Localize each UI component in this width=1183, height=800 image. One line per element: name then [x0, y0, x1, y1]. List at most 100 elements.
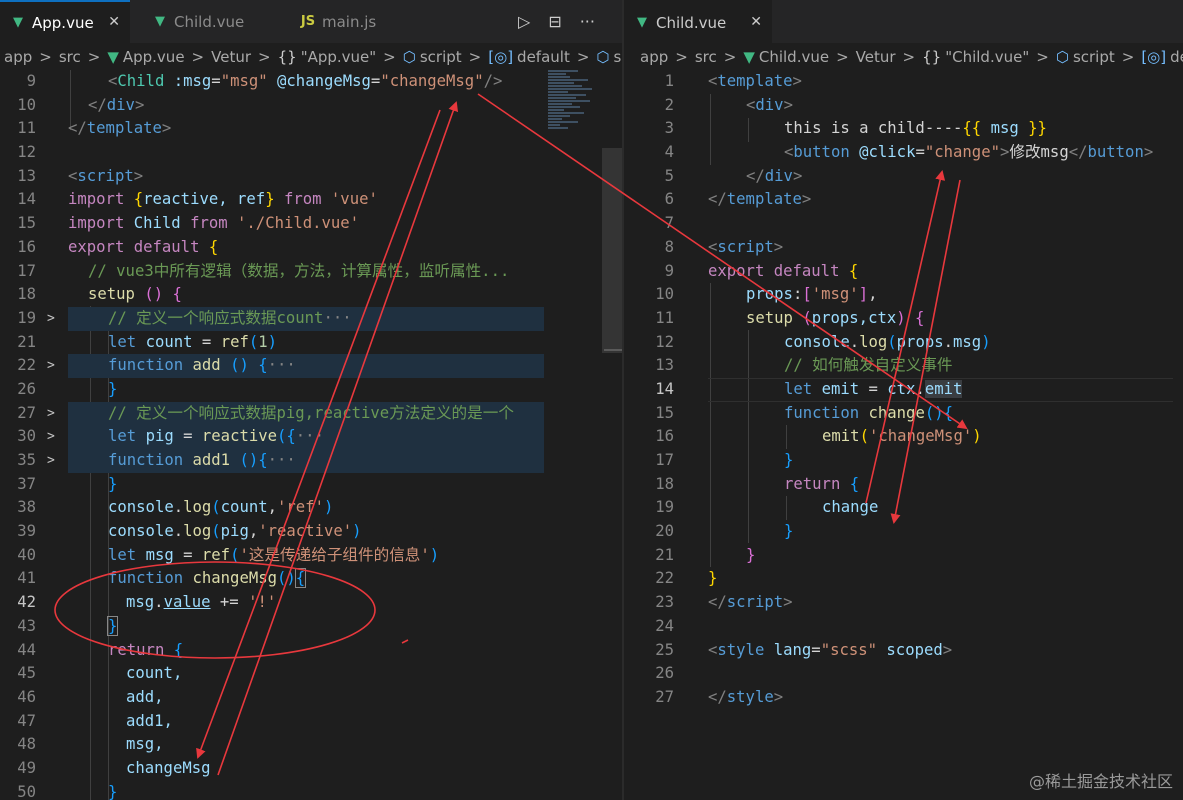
- code-token: .: [173, 522, 184, 541]
- code-token: reactive: [201, 427, 278, 446]
- cube-icon: ⬡: [402, 47, 416, 66]
- breadcrumb-item[interactable]: Vetur: [856, 48, 896, 66]
- code-token: return {: [784, 473, 859, 497]
- line-number: 3: [664, 119, 674, 138]
- breadcrumb-item[interactable]: App.vue: [123, 48, 185, 66]
- breadcrumb-item[interactable]: setup: [614, 48, 622, 66]
- breadcrumb-item[interactable]: "Child.vue": [945, 48, 1029, 66]
- code-line: 12: [0, 141, 622, 165]
- line-number: 24: [655, 616, 674, 635]
- code-token: msg.value += '!': [126, 591, 276, 615]
- more-actions-icon[interactable]: ···: [580, 12, 595, 31]
- code-token: 'vue': [330, 190, 378, 209]
- breadcrumb-item[interactable]: app: [640, 48, 668, 66]
- minimap-line: [548, 112, 584, 114]
- code-token: >: [134, 95, 145, 114]
- breadcrumb-item[interactable]: script: [420, 48, 462, 66]
- code-line: 14 import {reactive, ref} from 'vue': [0, 188, 622, 212]
- line-number: 4: [664, 143, 674, 162]
- code-token: (: [248, 332, 259, 351]
- line-number: 25: [655, 640, 674, 659]
- code-token: <script>: [708, 236, 783, 260]
- code-token: setup (props,ctx) {: [746, 307, 924, 331]
- code-token: </: [88, 95, 107, 114]
- close-icon[interactable]: ✕: [108, 14, 120, 30]
- code-token: function: [108, 356, 184, 375]
- run-icon[interactable]: ▷: [518, 12, 530, 31]
- tab-app-vue[interactable]: ▼ App.vue ✕: [0, 0, 130, 43]
- breadcrumb-item[interactable]: "App.vue": [301, 48, 376, 66]
- code-line: 27 > // 定义一个响应式数据pig,reactive方法定义的是一个: [0, 401, 622, 426]
- close-icon[interactable]: ✕: [750, 14, 762, 30]
- code-token: value: [163, 593, 211, 612]
- code-token: }: [108, 473, 117, 497]
- minimap-line: [548, 94, 586, 96]
- chevron-right-icon[interactable]: >: [47, 425, 55, 449]
- code-token: let: [108, 427, 137, 446]
- line-number: 16: [655, 427, 674, 446]
- code-token: <div>: [746, 94, 793, 118]
- code-token: template: [717, 72, 793, 90]
- breadcrumb-item[interactable]: script: [1073, 48, 1115, 66]
- cube-icon: ⬡: [596, 47, 610, 66]
- minimap[interactable]: [548, 70, 596, 180]
- breadcrumb-item[interactable]: Vetur: [211, 48, 251, 66]
- tab-child-vue[interactable]: ▼ Child.vue: [142, 0, 287, 43]
- code-line: 41 function changeMsg(){: [0, 567, 622, 591]
- line-number: 44: [17, 640, 36, 659]
- code-token: }: [784, 449, 793, 473]
- breadcrumb-item[interactable]: Child.vue: [759, 48, 829, 66]
- tab-main-js[interactable]: JS main.js: [290, 0, 430, 43]
- breadcrumb-item[interactable]: src: [59, 48, 81, 66]
- code-token: }: [784, 522, 794, 541]
- code-editor[interactable]: 1 <template> 2 <div> 3 this is a child----{…: [624, 70, 1183, 710]
- code-token: =: [211, 72, 221, 90]
- code-token: ···: [267, 451, 296, 469]
- code-token: msg,: [126, 733, 164, 757]
- code-token: let emit = ctx.emit: [784, 378, 963, 402]
- code-token: Child: [117, 72, 165, 90]
- minimap-line: [548, 85, 582, 87]
- breadcrumb-item[interactable]: default: [517, 48, 570, 66]
- line-number: 49: [17, 758, 36, 777]
- tab-label: Child.vue: [174, 12, 245, 31]
- chevron-right-icon[interactable]: >: [47, 402, 55, 426]
- minimap-line: [548, 118, 562, 120]
- breadcrumb-item[interactable]: src: [695, 48, 717, 66]
- code-token: function: [108, 451, 184, 469]
- code-token: div: [764, 166, 793, 185]
- chevron-right-icon: >: [902, 47, 916, 66]
- code-line: 6 </template>: [624, 188, 1183, 212]
- code-token: // 定义一个响应式数据count: [108, 308, 324, 327]
- line-number: 18: [17, 285, 36, 304]
- code-token: (): [924, 403, 944, 422]
- chevron-right-icon[interactable]: >: [47, 307, 55, 331]
- breadcrumb-item[interactable]: app: [4, 48, 32, 66]
- code-token: change: [822, 496, 878, 520]
- tab-child-vue[interactable]: ▼ Child.vue ✕: [624, 0, 772, 43]
- code-line: 23 </script>: [624, 591, 1183, 615]
- code-token: this is a child----: [784, 119, 963, 138]
- code-editor[interactable]: 9 <Child :msg="msg" @changeMsg="changeMsg…: [0, 70, 622, 800]
- code-token: >: [783, 95, 793, 114]
- code-token: ,: [248, 522, 259, 541]
- code-token: />: [483, 72, 503, 90]
- code-line: 21}: [624, 544, 1183, 568]
- chevron-right-icon: >: [468, 47, 482, 66]
- minimap-line: [548, 70, 578, 72]
- code-token: change: [822, 498, 879, 517]
- vue-file-icon: ▼: [637, 15, 647, 30]
- code-token: }: [108, 782, 118, 800]
- line-number: 13: [17, 166, 36, 185]
- chevron-right-icon[interactable]: >: [47, 449, 55, 473]
- chevron-right-icon: >: [675, 47, 688, 66]
- code-token: </: [68, 119, 87, 138]
- scrollbar-thumb[interactable]: [602, 148, 622, 353]
- line-number: 17: [655, 451, 674, 469]
- breadcrumb-item[interactable]: default: [1170, 48, 1183, 66]
- code-line: 13 // 如何触发自定义事件: [624, 354, 1183, 378]
- code-token: <: [708, 237, 718, 256]
- chevron-right-icon[interactable]: >: [47, 354, 55, 378]
- split-editor-icon[interactable]: ⊟: [548, 12, 561, 31]
- code-token: >: [801, 190, 812, 209]
